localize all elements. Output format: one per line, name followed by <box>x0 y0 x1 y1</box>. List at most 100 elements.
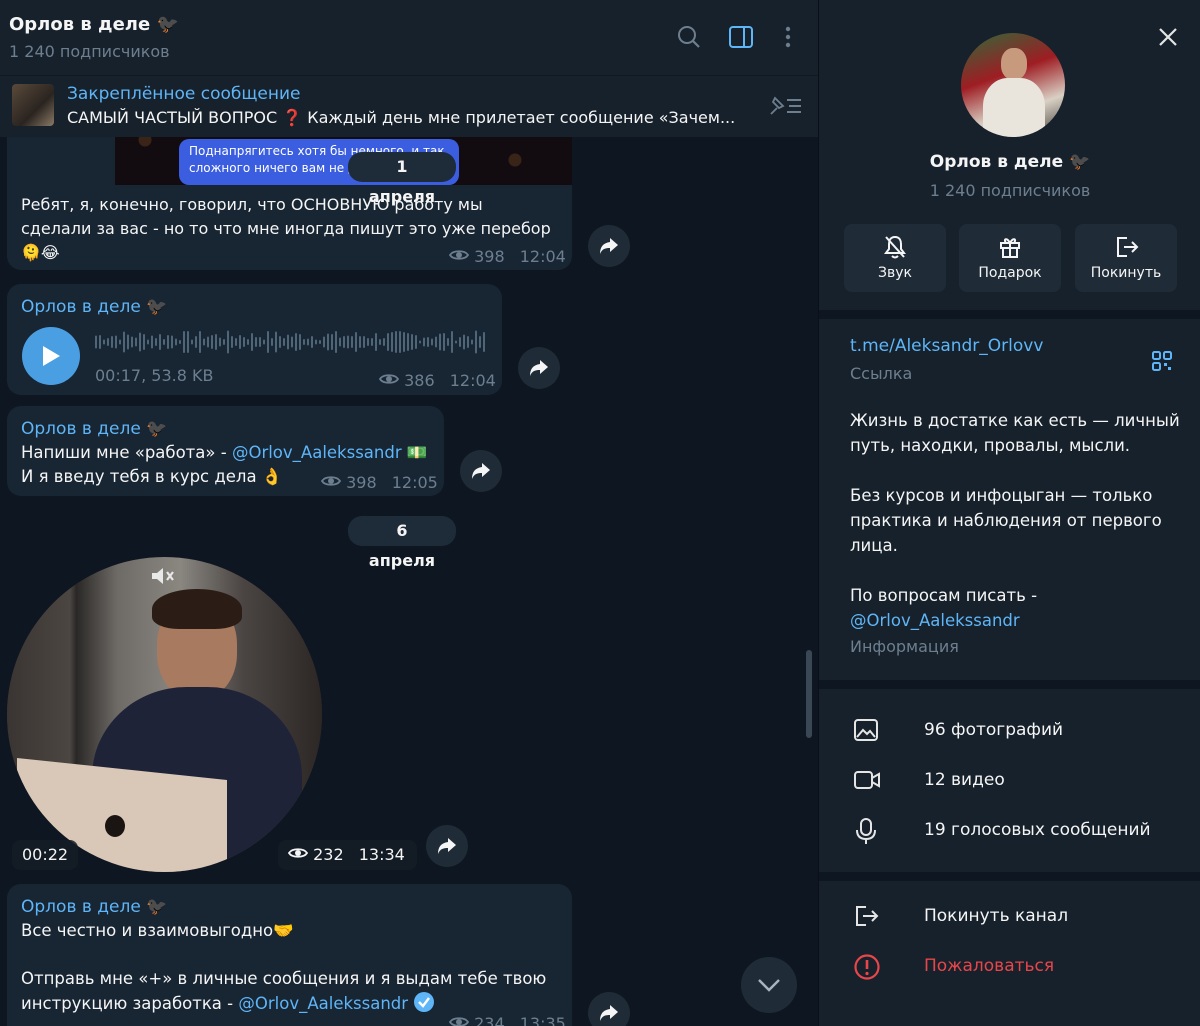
chevron-down-icon <box>758 979 780 992</box>
scroll-down-button[interactable] <box>741 957 797 1013</box>
share-icon <box>600 1005 618 1021</box>
waveform-bar <box>299 334 301 350</box>
message-bubble[interactable]: Орлов в деле 🐦‍⬛ Все честно и взаимовыго… <box>7 884 572 1026</box>
mention-link[interactable]: @Orlov_Aalekssandr <box>232 443 402 462</box>
mention-link[interactable]: @Orlov_Aalekssandr <box>850 608 1180 633</box>
waveform-bar <box>99 335 101 349</box>
waveform-bar <box>179 340 181 344</box>
chat-area: Поднапрягитесь хотя бы немного, и так сл… <box>0 0 818 1026</box>
waveform-bar <box>147 339 149 345</box>
views-count: 234 <box>474 1014 505 1026</box>
share-icon <box>472 463 490 479</box>
waveform-bar <box>139 332 141 352</box>
pinned-title: Закреплённое сообщение <box>67 84 301 104</box>
waveform-bar <box>391 332 393 352</box>
sidebar-toggle-icon[interactable] <box>728 24 756 52</box>
channel-link[interactable]: t.me/Aleksandr_Orlovv <box>850 336 1043 356</box>
action-label: Звук <box>878 265 912 281</box>
pinned-list-icon[interactable] <box>767 94 805 122</box>
chat-scrollbar[interactable] <box>806 650 812 738</box>
mention-link[interactable]: @Orlov_Aalekssandr <box>238 994 408 1013</box>
views-icon <box>448 247 474 266</box>
waveform-bar <box>175 338 177 346</box>
microphone-icon <box>856 818 876 844</box>
waveform-bar <box>463 334 465 350</box>
video-meta: 232 13:34 <box>278 840 417 870</box>
waveform-bar <box>371 338 373 346</box>
channel-subscribers: 1 240 подписчиков <box>929 181 1091 200</box>
waveform-bar <box>379 339 381 345</box>
voice-waveform[interactable] <box>95 328 487 356</box>
pinned-message-bar[interactable]: Закреплённое сообщение САМЫЙ ЧАСТЫЙ ВОПР… <box>0 75 818 137</box>
close-icon[interactable] <box>1157 26 1179 52</box>
qr-code-icon[interactable] <box>1151 350 1173 376</box>
message-author[interactable]: Орлов в деле 🐦‍⬛ <box>21 419 167 439</box>
chat-subscribers: 1 240 подписчиков <box>9 42 170 61</box>
waveform-bar <box>223 339 225 345</box>
gift-button[interactable]: Подарок <box>959 224 1061 292</box>
message-text-line: Напиши мне «работа» - @Orlov_Aalekssandr… <box>21 441 441 465</box>
waveform-bar <box>359 336 361 348</box>
message-bubble[interactable]: Орлов в деле 🐦‍⬛ Напиши мне «работа» - @… <box>7 406 444 496</box>
action-label: Подарок <box>978 265 1042 281</box>
share-button[interactable] <box>426 825 468 867</box>
waveform-bar <box>355 332 357 352</box>
mute-sound-button[interactable]: Звук <box>844 224 946 292</box>
waveform-bar <box>367 338 369 346</box>
waveform-bar <box>159 334 161 350</box>
views-count: 398 <box>346 473 377 492</box>
waveform-bar <box>383 338 385 346</box>
waveform-bar <box>283 338 285 346</box>
message-text-line: Отправь мне «+» в личные сообщения и я в… <box>21 969 547 988</box>
waveform-bar <box>347 335 349 349</box>
media-count-label: 12 видео <box>924 770 1005 790</box>
share-button[interactable] <box>460 450 502 492</box>
waveform-bar <box>291 336 293 348</box>
waveform-bar <box>431 338 433 346</box>
mute-icon[interactable] <box>150 565 176 591</box>
waveform-bar <box>471 339 473 345</box>
chat-header[interactable]: Орлов в деле 🐦‍⬛ 1 240 подписчиков <box>0 0 818 75</box>
waveform-bar <box>259 337 261 347</box>
voice-play-button[interactable] <box>22 327 80 385</box>
chat-title[interactable]: Орлов в деле 🐦‍⬛ <box>9 14 179 35</box>
photo-icon <box>854 719 878 741</box>
waveform-bar <box>479 336 481 348</box>
share-button[interactable] <box>588 225 630 267</box>
message-bubble[interactable]: Поднапрягитесь хотя бы немного, и так сл… <box>7 120 572 270</box>
waveform-bar <box>483 332 485 352</box>
leave-button[interactable]: Покинуть <box>1075 224 1177 292</box>
verified-icon <box>413 991 435 1020</box>
share-button[interactable] <box>588 992 630 1026</box>
waveform-bar <box>411 334 413 350</box>
search-icon[interactable] <box>676 24 704 52</box>
message-author[interactable]: Орлов в деле 🐦‍⬛ <box>21 297 167 317</box>
date-pill: 1 апреля <box>348 152 456 206</box>
message-author[interactable]: Орлов в деле 🐦‍⬛ <box>21 897 167 917</box>
video-message[interactable] <box>7 557 322 872</box>
waveform-bar <box>151 335 153 349</box>
waveform-bar <box>135 337 137 347</box>
waveform-bar <box>143 334 145 350</box>
waveform-bar <box>459 337 461 347</box>
channel-avatar[interactable] <box>961 33 1065 137</box>
waveform-bar <box>211 335 213 349</box>
pinned-text: САМЫЙ ЧАСТЫЙ ВОПРОС ❓ Каждый день мне пр… <box>67 108 736 127</box>
gift-icon <box>1000 238 1020 258</box>
waveform-bar <box>123 331 125 353</box>
waveform-bar <box>331 334 333 350</box>
share-button[interactable] <box>518 347 560 389</box>
report-icon <box>854 954 880 980</box>
waveform-bar <box>403 332 405 352</box>
message-bubble[interactable]: Орлов в деле 🐦‍⬛ 00:17, 53.8 KB 386 12:0… <box>7 284 502 395</box>
waveform-bar <box>131 336 133 348</box>
apple-logo-icon <box>105 815 125 837</box>
description-paragraph: Без курсов и инфоцыган — только практика… <box>850 486 1162 555</box>
more-vertical-icon[interactable] <box>776 24 804 52</box>
link-label: Ссылка <box>850 364 913 383</box>
waveform-bar <box>375 333 377 351</box>
voice-duration: 00:17, 53.8 KB <box>95 366 214 385</box>
waveform-bar <box>339 337 341 347</box>
